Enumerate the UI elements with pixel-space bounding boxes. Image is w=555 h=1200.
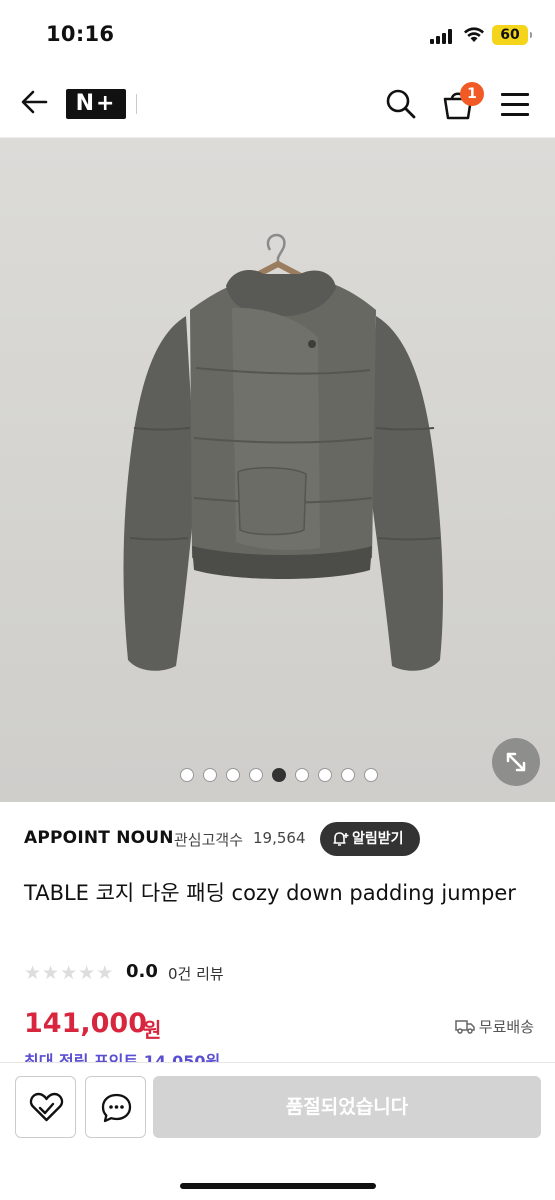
divider xyxy=(136,94,137,114)
brand-name[interactable]: APPOINT NOUN xyxy=(24,828,174,848)
logo[interactable]: N+ xyxy=(66,89,126,119)
follower-count: 19,564 xyxy=(253,829,306,847)
shipping-label: 무료배송 xyxy=(478,1018,534,1036)
chat-bubble-icon xyxy=(101,1093,132,1123)
battery-icon: 60 xyxy=(492,25,532,45)
home-indicator xyxy=(180,1183,376,1189)
follower-label: 관심고객수 xyxy=(174,831,244,849)
gallery-dot[interactable] xyxy=(364,768,378,782)
cart-count-badge: 1 xyxy=(460,82,484,106)
bell-plus-icon xyxy=(333,832,349,846)
brand-row: APPOINT NOUN 관심고객수 19,564 알림받기 xyxy=(24,822,534,858)
product-image-gallery[interactable] xyxy=(0,138,555,802)
notify-button[interactable]: 알림받기 xyxy=(320,822,420,856)
top-nav: N+ 1 xyxy=(0,70,555,138)
notify-button-label: 알림받기 xyxy=(352,831,404,847)
price-unit: 원 xyxy=(143,1018,162,1042)
gallery-dot-active[interactable] xyxy=(272,768,286,782)
gallery-dot[interactable] xyxy=(203,768,217,782)
bottom-action-bar: 품절되었습니다 xyxy=(0,1062,555,1200)
review-count[interactable]: 0건 리뷰 xyxy=(168,963,224,984)
back-arrow-icon[interactable] xyxy=(16,84,52,120)
product-image xyxy=(123,233,443,671)
shipping-info: 무료배송 xyxy=(455,1016,534,1037)
gallery-dot[interactable] xyxy=(295,768,309,782)
status-time: 10:16 xyxy=(46,22,115,46)
wishlist-button[interactable] xyxy=(15,1076,76,1138)
menu-icon[interactable] xyxy=(498,88,532,120)
expand-icon xyxy=(506,752,526,772)
sold-out-button[interactable]: 품절되었습니다 xyxy=(153,1076,541,1138)
price-row: 141,000 원 무료배송 xyxy=(24,1006,534,1046)
price-value: 141,000 xyxy=(24,1008,147,1039)
signal-icon xyxy=(430,28,456,44)
gallery-dot[interactable] xyxy=(341,768,355,782)
status-bar: 10:16 60 xyxy=(0,0,555,70)
chat-button[interactable] xyxy=(85,1076,146,1138)
wifi-icon xyxy=(464,27,484,42)
gallery-dot[interactable] xyxy=(180,768,194,782)
rating-row[interactable]: ★ ★ ★ ★ ★ 0.0 0건 리뷰 xyxy=(24,960,324,986)
truck-icon xyxy=(455,1020,475,1034)
gallery-pagination xyxy=(180,768,378,782)
heart-check-icon xyxy=(29,1092,64,1122)
rating-score: 0.0 xyxy=(126,961,158,982)
gallery-dot[interactable] xyxy=(318,768,332,782)
search-icon[interactable] xyxy=(383,86,419,122)
gallery-dot[interactable] xyxy=(226,768,240,782)
gallery-dot[interactable] xyxy=(249,768,263,782)
star-rating-icon: ★ ★ ★ ★ ★ xyxy=(24,962,114,984)
product-title: TABLE 코지 다운 패딩 cozy down padding jumper xyxy=(24,881,516,905)
expand-image-button[interactable] xyxy=(492,738,540,786)
